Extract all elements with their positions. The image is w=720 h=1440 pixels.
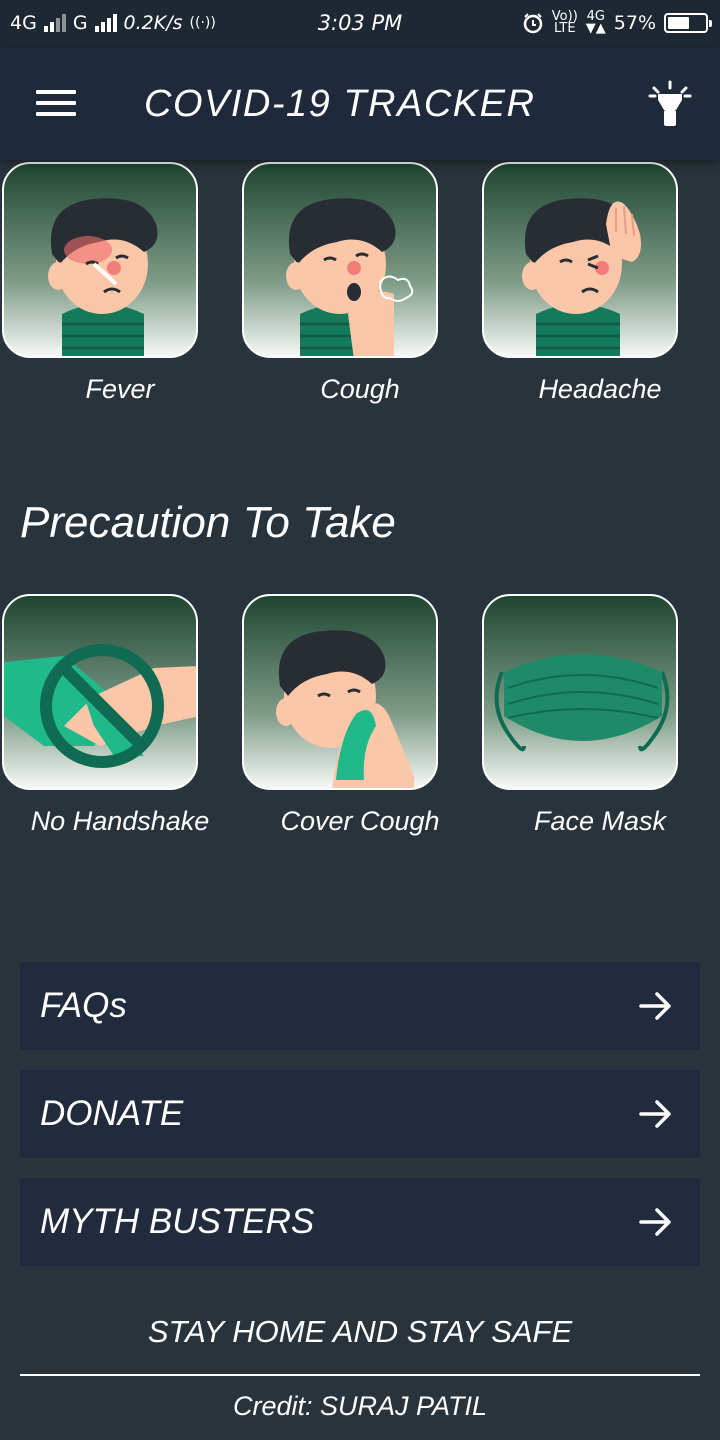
- status-bar: 4G G 0.2K/s ((·)) 3:03 PM Vo)) LTE 4G ▼▲…: [0, 0, 720, 48]
- footer-divider: [20, 1374, 700, 1376]
- headache-icon: [522, 198, 641, 356]
- symptom-card-headache[interactable]: [482, 162, 678, 358]
- precaution-label-face-mask: Face Mask: [533, 806, 667, 836]
- cover-cough-icon: [276, 630, 414, 788]
- alarm-icon: [523, 13, 543, 34]
- data-arrows-icon: ▼▲: [585, 21, 606, 36]
- precaution-card-cover-cough[interactable]: [242, 594, 438, 790]
- precaution-label-no-handshake: No Handshake: [30, 806, 210, 836]
- symptom-card-cough[interactable]: [242, 162, 438, 358]
- myth-busters-label: MYTH BUSTERS: [40, 1202, 315, 1241]
- flashlight-icon[interactable]: [648, 80, 692, 128]
- donate-label: DONATE: [40, 1094, 184, 1133]
- myth-busters-button[interactable]: MYTH BUSTERS: [20, 1178, 700, 1266]
- data-indicator: 4G ▼▲: [585, 10, 606, 36]
- faqs-label: FAQs: [40, 986, 127, 1025]
- symptom-label-cough: Cough: [320, 374, 400, 404]
- donate-button[interactable]: DONATE: [20, 1070, 700, 1158]
- symptom-label-fever: Fever: [85, 374, 155, 404]
- symptom-label-headache: Headache: [538, 374, 662, 404]
- face-mask-icon: [494, 654, 670, 752]
- app-title: COVID-19 TRACKER: [144, 83, 536, 125]
- battery-fill: [668, 17, 689, 29]
- app-bar: COVID-19 TRACKER: [0, 48, 720, 160]
- battery-percent: 57%: [613, 12, 656, 34]
- precautions-heading: Precaution To Take: [20, 498, 396, 547]
- menu-icon[interactable]: [36, 90, 76, 120]
- no-handshake-icon: [4, 644, 196, 768]
- fever-icon: [48, 198, 158, 356]
- volte-bottom: LTE: [553, 21, 576, 36]
- precaution-card-no-handshake[interactable]: [2, 594, 198, 790]
- arrow-right-icon: [639, 1100, 671, 1128]
- arrow-right-icon: [639, 992, 671, 1020]
- cough-icon: [286, 198, 414, 356]
- battery-icon: [664, 13, 712, 33]
- footer-credit: Credit: SURAJ PATIL: [232, 1391, 488, 1421]
- symptom-card-fever[interactable]: [2, 162, 198, 358]
- footer-slogan: STAY HOME AND STAY SAFE: [147, 1314, 573, 1349]
- arrow-right-icon: [639, 1208, 671, 1236]
- faqs-button[interactable]: FAQs: [20, 962, 700, 1050]
- volte-indicator: Vo)) LTE: [552, 10, 578, 36]
- precaution-card-face-mask[interactable]: [482, 594, 678, 790]
- precaution-label-cover-cough: Cover Cough: [280, 806, 440, 836]
- status-right: Vo)) LTE 4G ▼▲ 57%: [522, 10, 712, 36]
